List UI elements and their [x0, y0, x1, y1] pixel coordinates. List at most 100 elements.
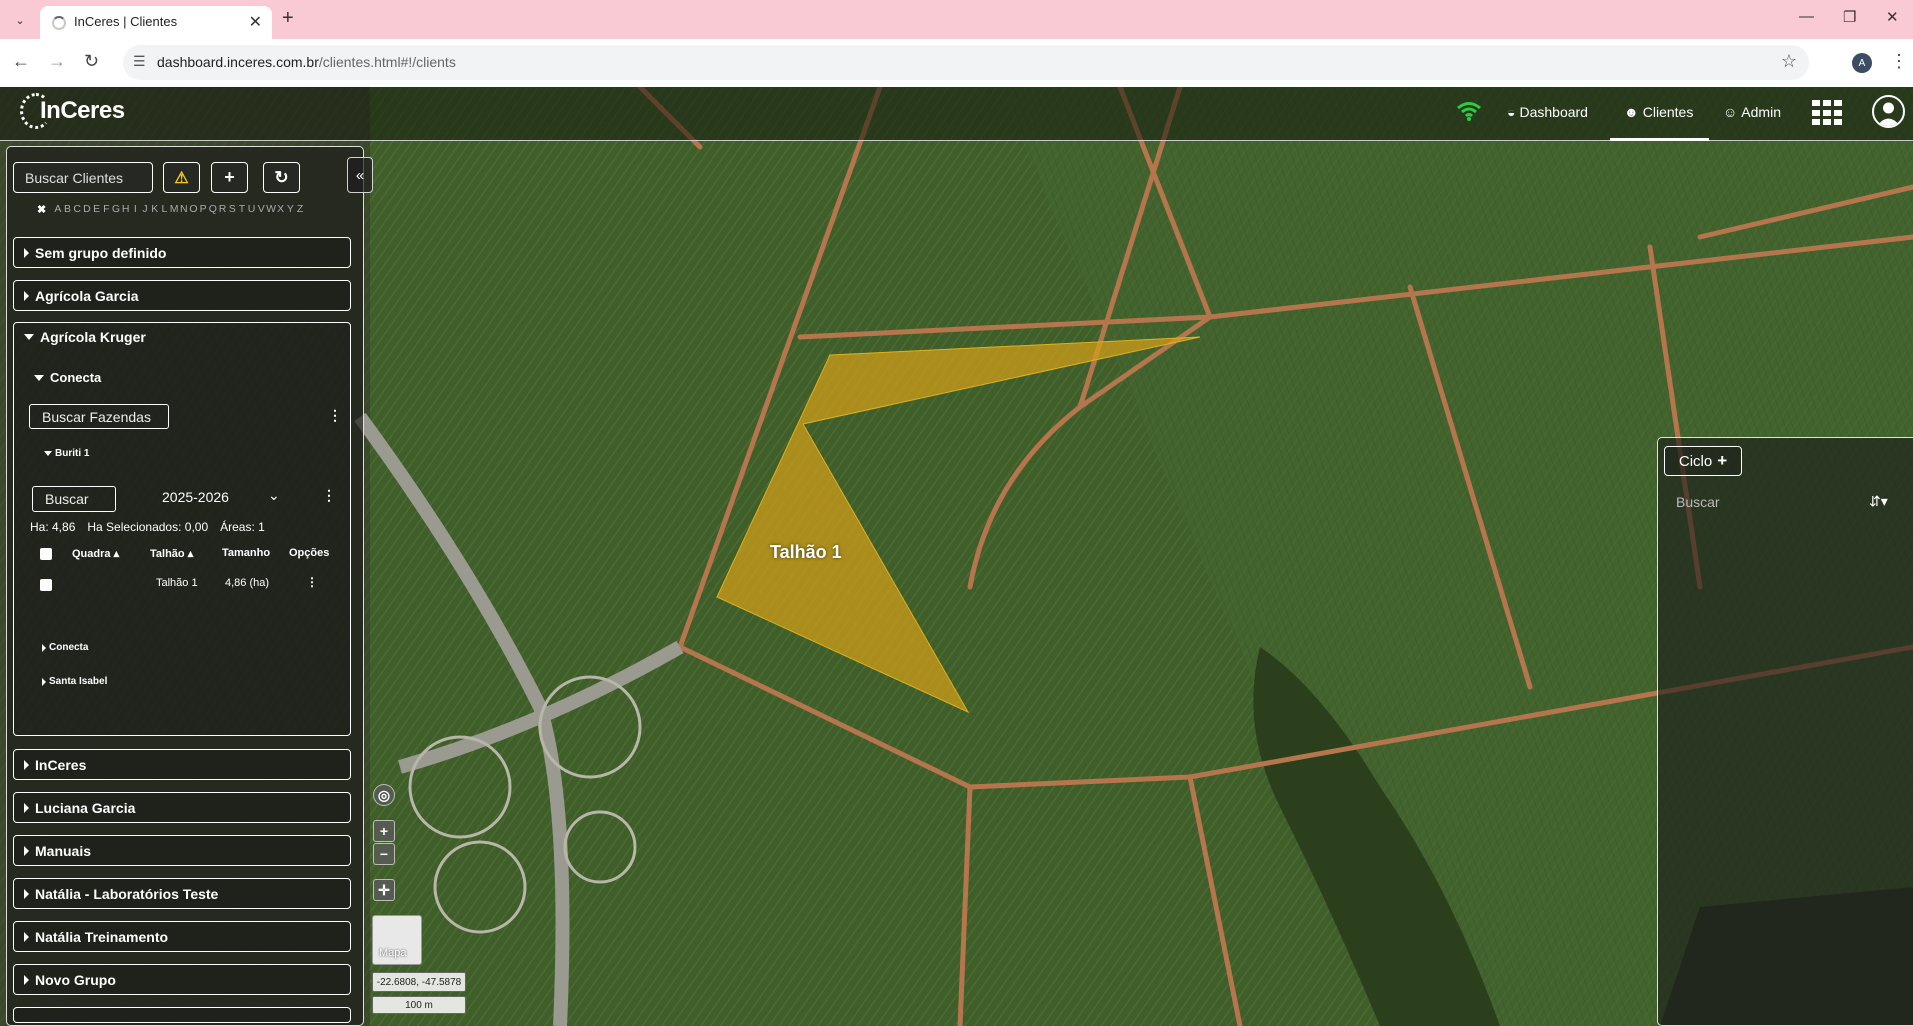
farm-options-icon[interactable]: ⋮: [328, 407, 342, 424]
subgroup-conecta[interactable]: Conecta: [34, 370, 101, 385]
alphabet-letter[interactable]: O: [189, 203, 199, 215]
buscar-field-input[interactable]: Buscar: [32, 486, 116, 512]
farm-santa-isabel[interactable]: Santa Isabel: [42, 676, 107, 687]
app-viewport: Talhão 1 InCeres ◒ Dashboard ☻ Clientes ☺ A…: [0, 87, 1913, 1026]
alphabet-letter[interactable]: U: [247, 203, 257, 215]
caret-down-icon: [34, 374, 44, 381]
chrome-menu-icon[interactable]: ⋮: [1890, 51, 1908, 72]
clear-filter-icon[interactable]: ✖: [37, 203, 46, 216]
alphabet-letter[interactable]: V: [256, 203, 266, 215]
apps-grid-icon[interactable]: [1812, 100, 1842, 126]
top-navbar: InCeres ◒ Dashboard ☻ Clientes ☺ Admin: [0, 87, 1913, 141]
browser-tab[interactable]: InCeres | Clientes ✕: [40, 6, 272, 39]
forward-icon[interactable]: →: [48, 51, 66, 72]
address-bar[interactable]: ☰ dashboard.inceres.com.br/clientes.html…: [123, 45, 1809, 80]
group-luciana-garcia[interactable]: Luciana Garcia: [13, 792, 351, 823]
alphabet-letter[interactable]: L: [160, 203, 170, 215]
col-tamanho[interactable]: Tamanho: [222, 547, 270, 559]
site-info-icon[interactable]: ☰: [133, 53, 146, 70]
group-inceres[interactable]: InCeres: [13, 749, 351, 780]
add-client-button[interactable]: +: [211, 162, 248, 193]
group-agricola-kruger[interactable]: Agrícola Kruger: [24, 329, 146, 345]
farm-conecta[interactable]: Conecta: [42, 642, 88, 653]
tab-close-icon[interactable]: ✕: [249, 12, 262, 32]
season-select[interactable]: 2025-2026: [162, 489, 229, 505]
caret-right-icon: [24, 888, 29, 899]
alphabet-letter[interactable]: Y: [286, 203, 296, 215]
group-natalia-treinamento[interactable]: Natália Treinamento: [13, 921, 351, 952]
user-avatar-icon[interactable]: [1872, 95, 1905, 128]
zoom-in-button[interactable]: +: [373, 820, 395, 842]
alphabet-letter[interactable]: C: [72, 203, 82, 215]
col-quadra[interactable]: Quadra ▴: [72, 547, 119, 560]
refresh-button[interactable]: ↻: [263, 162, 300, 193]
minimize-icon[interactable]: —: [1799, 8, 1814, 25]
alphabet-letter[interactable]: Q: [208, 203, 218, 215]
group-partial[interactable]: [13, 1007, 351, 1023]
row-options-icon[interactable]: ⋮: [306, 575, 318, 589]
compass-icon[interactable]: ◎: [373, 784, 395, 806]
back-icon[interactable]: ←: [12, 51, 30, 72]
field-label[interactable]: Talhão 1: [770, 542, 842, 563]
alphabet-letter[interactable]: F: [101, 203, 111, 215]
alphabet-letter[interactable]: R: [218, 203, 228, 215]
basemap-label: Mapa: [379, 947, 407, 959]
select-all-checkbox[interactable]: [40, 548, 52, 560]
group-novo-grupo[interactable]: Novo Grupo: [13, 964, 351, 995]
alphabet-letter[interactable]: G: [111, 203, 121, 215]
bookmark-star-icon[interactable]: ☆: [1781, 51, 1797, 72]
reload-icon[interactable]: ↻: [84, 51, 99, 72]
new-tab-button[interactable]: +: [282, 7, 294, 30]
nav-admin[interactable]: ☺ Admin: [1723, 104, 1781, 120]
farm-buriti-1[interactable]: Buriti 1: [44, 448, 89, 459]
group-sem-grupo[interactable]: Sem grupo definido: [13, 237, 351, 268]
window-close-icon[interactable]: ✕: [1886, 8, 1899, 26]
chevron-down-icon[interactable]: ⌄: [268, 487, 280, 504]
sort-icon[interactable]: ⇵▾: [1869, 493, 1888, 510]
group-manuais[interactable]: Manuais: [13, 835, 351, 866]
wifi-icon: [1457, 102, 1481, 121]
season-options-icon[interactable]: ⋮: [322, 487, 336, 504]
alphabet-letter[interactable]: X: [276, 203, 286, 215]
alphabet-letter[interactable]: I: [131, 203, 141, 215]
alphabet-letter[interactable]: Z: [295, 203, 305, 215]
alphabet-letter[interactable]: W: [266, 203, 276, 215]
add-ciclo-button[interactable]: Ciclo +: [1664, 446, 1742, 476]
warning-button[interactable]: ⚠: [163, 162, 200, 193]
alphabet-letter[interactable]: S: [227, 203, 237, 215]
alphabet-letter[interactable]: D: [82, 203, 92, 215]
group-natalia-laboratorios[interactable]: Natália - Laboratórios Teste: [13, 878, 351, 909]
tab-title: InCeres | Clientes: [74, 14, 178, 29]
alphabet-letter[interactable]: J: [140, 203, 150, 215]
alphabet-letter[interactable]: K: [150, 203, 160, 215]
alphabet-letter[interactable]: T: [237, 203, 247, 215]
row-checkbox[interactable]: [40, 579, 52, 591]
alphabet-letter[interactable]: M: [169, 203, 179, 215]
inceres-logo[interactable]: InCeres: [20, 93, 125, 129]
tab-search-icon[interactable]: ⌄: [10, 10, 30, 30]
zoom-out-button[interactable]: −: [373, 843, 395, 865]
profile-avatar[interactable]: A: [1852, 53, 1872, 73]
search-clients-input[interactable]: [13, 162, 153, 193]
search-farms-input[interactable]: [29, 404, 169, 429]
col-talhao[interactable]: Talhão ▴: [150, 547, 193, 560]
expanded-group-agricola-kruger: Agrícola Kruger Conecta ⋮ Buriti 1 Busca…: [13, 322, 351, 736]
scale-bar: 100 m: [372, 996, 466, 1014]
ciclo-search-input[interactable]: [1668, 490, 1818, 514]
caret-right-icon: [24, 931, 29, 942]
col-opcoes: Opções: [289, 547, 330, 559]
coordinates-readout: -22.6808, -47.5878: [372, 972, 466, 992]
ciclo-panel: Ciclo+ ⇵▾: [1657, 437, 1913, 1026]
alphabet-letter[interactable]: A: [53, 203, 63, 215]
alphabet-letter[interactable]: H: [121, 203, 131, 215]
nav-dashboard[interactable]: ◒ Dashboard: [1507, 104, 1588, 120]
alphabet-letter[interactable]: B: [63, 203, 73, 215]
group-agricola-garcia[interactable]: Agrícola Garcia: [13, 280, 351, 311]
alphabet-letter[interactable]: N: [179, 203, 189, 215]
nav-clientes[interactable]: ☻ Clientes: [1624, 104, 1693, 120]
alphabet-letter[interactable]: P: [198, 203, 208, 215]
pan-move-icon[interactable]: ✛: [373, 879, 395, 901]
restore-icon[interactable]: ❐: [1843, 8, 1856, 26]
alphabet-letter[interactable]: E: [92, 203, 102, 215]
collapse-panel-icon[interactable]: «: [347, 157, 373, 193]
